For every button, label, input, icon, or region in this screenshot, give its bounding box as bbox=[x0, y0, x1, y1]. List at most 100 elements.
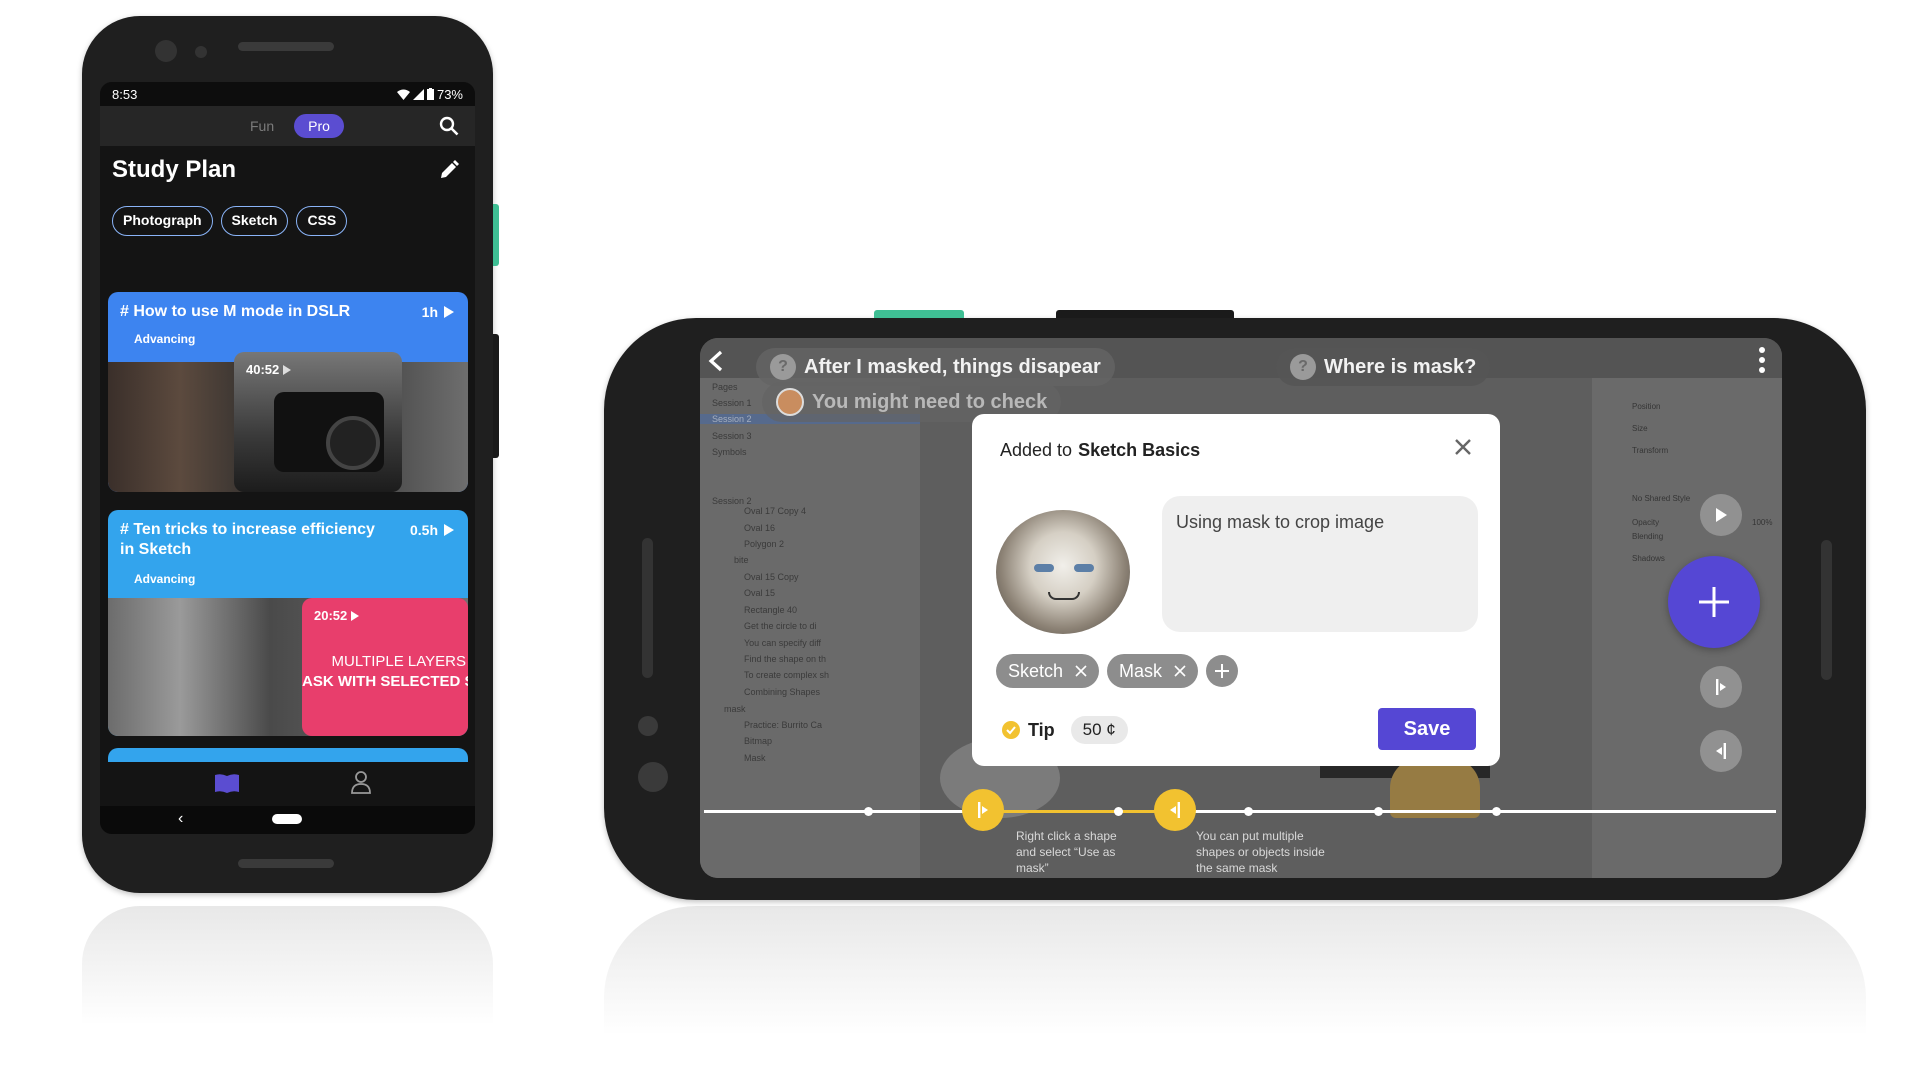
topic-chips: Photograph Sketch CSS bbox=[100, 196, 475, 250]
question-bubble[interactable]: ? After I masked, things disapear bbox=[756, 348, 1115, 386]
course-duration-text: 1h bbox=[421, 304, 438, 320]
add-snapshot-button[interactable] bbox=[1668, 556, 1760, 648]
battery-level: 73% bbox=[436, 86, 463, 102]
range-start-handle[interactable] bbox=[962, 789, 1004, 831]
status-time: 8:53 bbox=[112, 86, 138, 102]
play-button[interactable] bbox=[1700, 494, 1742, 536]
video-thumbnail-preview[interactable]: 20:52 MULTIPLE LAYERS ASK WITH SELECTED … bbox=[302, 598, 468, 736]
portrait-phone-reflection bbox=[82, 906, 493, 1026]
timeline-marker[interactable] bbox=[864, 807, 873, 816]
timeline-marker[interactable] bbox=[1374, 807, 1383, 816]
chip-css[interactable]: CSS bbox=[296, 206, 348, 236]
system-back-icon[interactable]: ‹ bbox=[178, 810, 183, 828]
tag-chip[interactable]: Sketch bbox=[996, 654, 1100, 688]
play-icon bbox=[351, 610, 360, 621]
thumbnail-time-text: 40:52 bbox=[246, 362, 280, 377]
proximity-sensor bbox=[638, 716, 658, 736]
status-bar: 8:53 73% bbox=[100, 82, 475, 106]
more-vertical-icon[interactable] bbox=[1758, 346, 1766, 374]
chip-photograph[interactable]: Photograph bbox=[112, 206, 213, 236]
battery-icon bbox=[426, 88, 434, 100]
mode-toggle: Fun Pro bbox=[240, 114, 344, 138]
course-level-label: Advancing bbox=[134, 332, 196, 346]
check-coin-icon bbox=[1002, 721, 1020, 739]
trim-end-icon bbox=[1170, 802, 1180, 818]
play-icon[interactable] bbox=[444, 524, 454, 536]
cat-mouth bbox=[1048, 592, 1080, 600]
close-icon[interactable] bbox=[1452, 436, 1474, 458]
course-duration: 0.5h bbox=[410, 522, 454, 538]
bottom-speaker bbox=[238, 859, 334, 868]
add-tag-button[interactable] bbox=[1206, 655, 1239, 687]
study-plan-header: Study Plan bbox=[100, 146, 475, 196]
mode-pro-tab[interactable]: Pro bbox=[294, 114, 344, 138]
timeline-marker[interactable] bbox=[1492, 807, 1501, 816]
thumbnail-time: 20:52 bbox=[314, 608, 360, 623]
front-camera bbox=[155, 40, 177, 62]
system-home-pill[interactable] bbox=[272, 814, 302, 824]
question-bubble[interactable]: ? Where is mask? bbox=[1276, 348, 1491, 386]
snapshot-thumbnail[interactable] bbox=[996, 510, 1130, 634]
thumbnail-time-text: 20:52 bbox=[314, 608, 348, 623]
landscape-screen: Pages Session 1 Session 2 Session 3 Symb… bbox=[700, 338, 1782, 878]
thumbnail-caption-line1: MULTIPLE LAYERS bbox=[331, 653, 467, 670]
range-end-handle[interactable] bbox=[1154, 789, 1196, 831]
tag-list: Sketch Mask bbox=[996, 654, 1239, 688]
search-icon[interactable] bbox=[439, 116, 459, 136]
landscape-phone-reflection bbox=[604, 906, 1866, 1036]
answer-text: You might need to check bbox=[812, 390, 1048, 413]
profile-icon[interactable] bbox=[350, 770, 372, 794]
course-duration-text: 0.5h bbox=[409, 522, 438, 538]
signal-icon bbox=[412, 88, 424, 100]
cat-eye bbox=[1074, 564, 1094, 572]
remove-tag-icon[interactable] bbox=[1075, 665, 1087, 677]
back-arrow-icon[interactable] bbox=[708, 350, 724, 372]
tip-amount[interactable]: 50 ¢ bbox=[1070, 716, 1128, 744]
system-navigation-bar: ‹ bbox=[100, 806, 475, 834]
course-title: # How to use M mode in DSLR bbox=[120, 303, 351, 320]
cat-eye bbox=[1034, 564, 1054, 572]
course-card-dslr[interactable]: # How to use M mode in DSLR 1h Advancing… bbox=[108, 292, 468, 492]
video-thumbnail-preview[interactable]: 40:52 bbox=[234, 352, 402, 492]
mode-fun-tab[interactable]: Fun bbox=[240, 114, 284, 138]
portrait-screen: 8:53 73% Fun Pro Study Plan Photograph S… bbox=[100, 82, 475, 834]
video-timeline[interactable] bbox=[704, 807, 1776, 816]
course-card-sketch[interactable]: # Ten tricks to increase efficiency in S… bbox=[108, 510, 468, 736]
tag-label: Sketch bbox=[1008, 660, 1064, 681]
remove-tag-icon[interactable] bbox=[1174, 665, 1186, 677]
question-text: Where is mask? bbox=[1324, 355, 1477, 378]
camera-lens-illustration bbox=[326, 416, 380, 470]
edit-pencil-icon[interactable] bbox=[439, 160, 459, 180]
tag-chip[interactable]: Mask bbox=[1107, 654, 1199, 688]
power-button bbox=[493, 204, 499, 266]
trim-start-icon bbox=[978, 802, 988, 818]
trim-end-icon bbox=[1716, 743, 1726, 759]
proximity-sensor bbox=[195, 46, 207, 58]
chip-sketch[interactable]: Sketch bbox=[220, 206, 289, 236]
thumbnail-caption: MULTIPLE LAYERS ASK WITH SELECTED S bbox=[302, 652, 468, 692]
play-icon bbox=[1716, 508, 1727, 522]
book-icon[interactable] bbox=[214, 772, 240, 794]
trim-start-icon bbox=[1716, 679, 1726, 695]
timeline-marker[interactable] bbox=[1114, 807, 1123, 816]
note-textarea[interactable]: Using mask to crop image bbox=[1162, 496, 1478, 632]
power-button bbox=[874, 310, 964, 318]
play-icon[interactable] bbox=[444, 306, 454, 318]
mark-in-button[interactable] bbox=[1700, 666, 1742, 708]
save-button[interactable]: Save bbox=[1378, 708, 1476, 750]
tip-row: Tip 50 ¢ bbox=[1002, 716, 1128, 744]
dialog-collection-name[interactable]: Sketch Basics bbox=[1078, 440, 1200, 460]
thumbnail-caption-line2: ASK WITH SELECTED S bbox=[302, 673, 468, 690]
mark-out-button[interactable] bbox=[1700, 730, 1742, 772]
timeline-caption: Right click a shape and select “Use as m… bbox=[1016, 829, 1117, 875]
timeline-marker[interactable] bbox=[1244, 807, 1253, 816]
bottom-navigation bbox=[100, 762, 475, 806]
question-mark-icon: ? bbox=[770, 354, 796, 380]
question-text: After I masked, things disapear bbox=[804, 355, 1101, 378]
earpiece-speaker bbox=[238, 42, 334, 51]
volume-rocker bbox=[1056, 310, 1234, 318]
volume-rocker bbox=[493, 334, 499, 458]
status-icons: 73% bbox=[396, 86, 463, 102]
thumbnail-time: 40:52 bbox=[246, 362, 292, 377]
timeline-caption: You can put multiple shapes or objects i… bbox=[1196, 829, 1325, 875]
